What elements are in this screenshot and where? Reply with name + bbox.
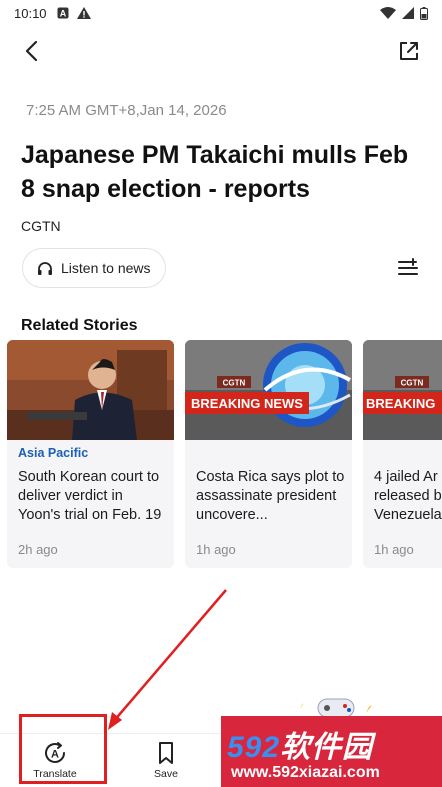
watermark-url: www.592xiazai.com (231, 764, 380, 781)
related-stories-carousel[interactable]: Asia Pacific South Korean court to deliv… (7, 340, 442, 570)
site-watermark: 592软件园 www.592xiazai.com (221, 716, 442, 787)
banner-brand: CGTN (223, 379, 246, 388)
listen-to-news-button[interactable]: Listen to news (22, 248, 166, 288)
related-stories-title: Related Stories (21, 317, 138, 334)
article-timestamp: 7:25 AM GMT+8,Jan 14, 2026 (26, 102, 227, 119)
back-button[interactable] (16, 36, 46, 66)
story-time: 1h ago (196, 542, 236, 557)
top-bar (0, 30, 442, 70)
watermark-digits: 592 (227, 731, 281, 764)
story-headline: 4 jailed Ar released b Venezuela (374, 469, 442, 523)
wifi-icon (380, 7, 396, 19)
banner-text: BREAKING NEWS (191, 396, 303, 411)
headphones-icon (38, 261, 52, 275)
save-button[interactable]: Save (131, 740, 201, 786)
watermark-logo: 592软件园 (227, 722, 373, 766)
watermark-text: 软件园 (280, 731, 374, 764)
a-badge-icon: A (57, 7, 69, 19)
courtroom-photo (7, 340, 174, 440)
share-out-icon (400, 42, 418, 60)
status-time: 10:10 (14, 5, 47, 21)
banner-brand: CGTN (401, 379, 424, 388)
highlight-annotation-box (19, 714, 107, 784)
breaking-news-graphic: CGTN BREAKING (363, 340, 442, 440)
story-card[interactable]: CGTN BREAKING NEWS Costa Rica says plot … (185, 340, 352, 568)
warning-icon (76, 7, 91, 19)
story-time: 1h ago (374, 542, 414, 557)
status-bar: 10:10 A (0, 0, 442, 26)
chevron-left-icon (25, 40, 38, 62)
bookmark-icon (159, 742, 173, 764)
signal-icon (402, 7, 414, 19)
text-size-button[interactable] (396, 256, 420, 280)
banner-text: BREAKING (366, 396, 435, 411)
story-headline: Costa Rica says plot to assassinate pres… (196, 469, 345, 523)
save-label: Save (154, 768, 178, 780)
breaking-news-graphic: CGTN BREAKING NEWS (185, 340, 352, 440)
battery-icon (420, 6, 428, 20)
article-source: CGTN (21, 218, 61, 234)
story-tag: Asia Pacific (18, 446, 89, 460)
story-time: 2h ago (18, 542, 58, 557)
svg-text:A: A (59, 9, 66, 19)
story-card[interactable]: CGTN BREAKING 4 jailed Ar released b Ven… (363, 340, 442, 568)
story-card[interactable]: Asia Pacific South Korean court to deliv… (7, 340, 174, 568)
article-headline: Japanese PM Takaichi mulls Feb 8 snap el… (21, 141, 409, 203)
text-size-icon (398, 258, 418, 275)
story-headline: South Korean court to deliver verdict in… (18, 469, 162, 523)
listen-label: Listen to news (61, 260, 151, 276)
share-button[interactable] (394, 36, 424, 66)
